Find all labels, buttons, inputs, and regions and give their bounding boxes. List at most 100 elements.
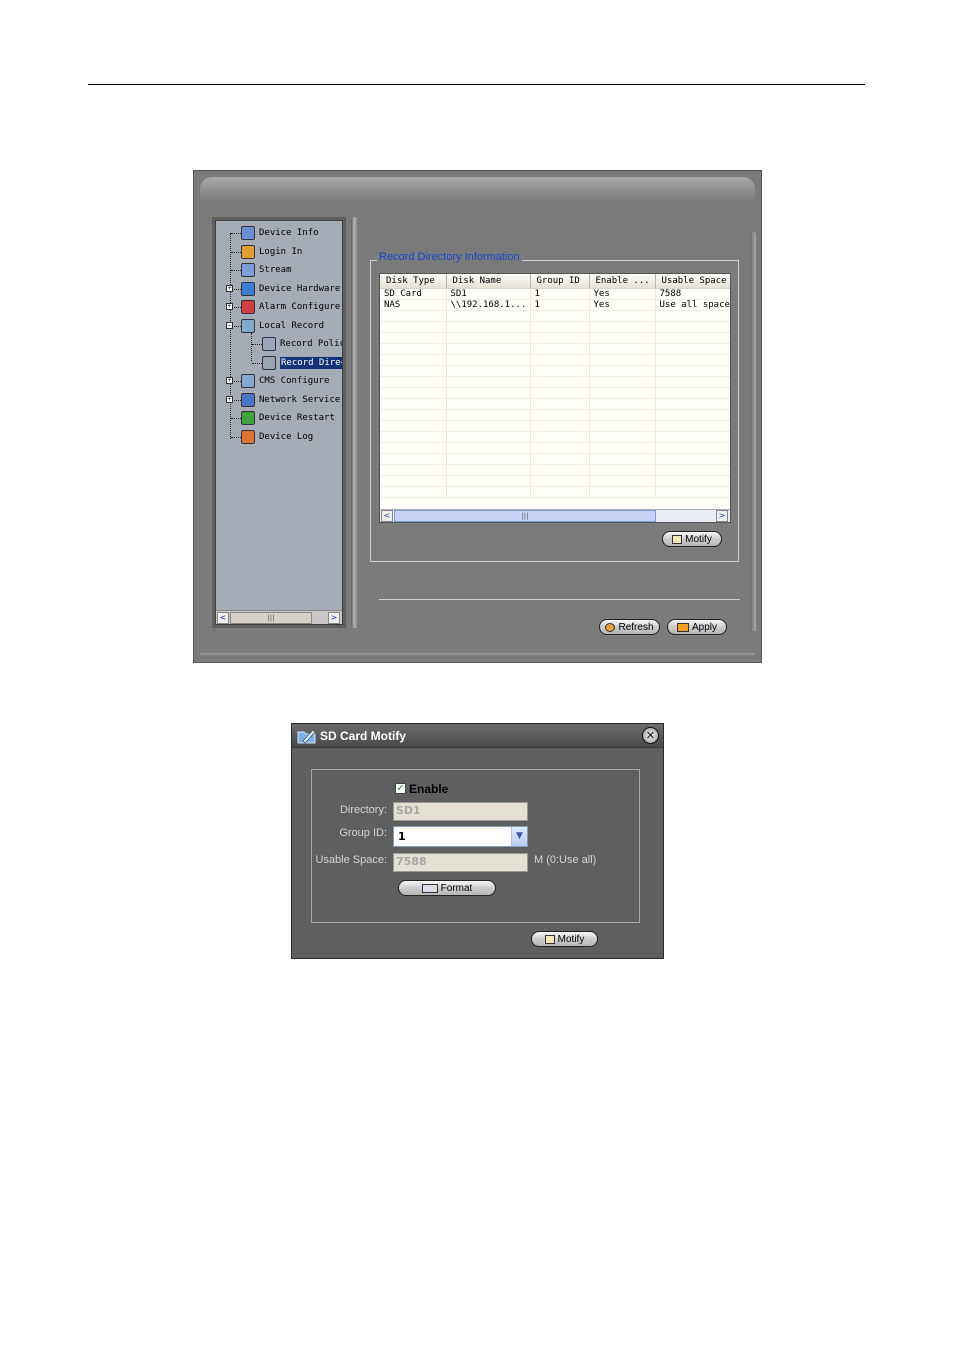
tree-item-login-in[interactable]: Login In	[241, 244, 302, 260]
tree-item-network-service[interactable]: Network Service	[241, 392, 340, 408]
table-cell	[589, 453, 656, 465]
refresh-button[interactable]: Refresh	[599, 619, 660, 635]
tree-connector	[231, 436, 241, 438]
table-cell: Use all space	[655, 299, 730, 311]
empty-table-row	[380, 365, 730, 377]
config-tree[interactable]: Device Info Login In Stream + Device Hardwar…	[215, 220, 343, 625]
table-cell	[380, 420, 447, 432]
tree-item-record-polic[interactable]: Record Polic	[262, 336, 342, 352]
table-horizontal-scrollbar[interactable]: < ||| >	[380, 509, 730, 522]
table-cell	[446, 420, 531, 432]
table-cell	[655, 420, 730, 432]
column-header[interactable]: Disk Name	[446, 274, 531, 289]
tree-item-stream[interactable]: Stream	[241, 262, 292, 278]
tree-item-device-hardware[interactable]: Device Hardware	[241, 281, 340, 297]
table-cell	[446, 376, 531, 388]
table-cell	[589, 332, 656, 344]
directory-label: Directory:	[339, 804, 387, 816]
close-icon[interactable]: ✕	[642, 727, 659, 744]
column-header[interactable]: Disk Type	[380, 274, 447, 289]
tree-connector	[231, 233, 241, 234]
tree-item-label: Record Direc	[280, 356, 342, 369]
table-cell: SD Card	[380, 288, 447, 300]
tree-horizontal-scrollbar[interactable]: < ||| >	[216, 610, 342, 624]
table-cell	[530, 486, 590, 498]
table-cell	[380, 332, 447, 344]
tree-item-label: Local Record	[259, 320, 325, 331]
scroll-left-icon[interactable]: <	[217, 612, 229, 624]
table-cell	[530, 475, 590, 487]
empty-table-row	[380, 343, 730, 355]
chevron-down-icon[interactable]: ▼	[511, 827, 527, 846]
window-bottom-bar	[200, 653, 755, 658]
group-id-label: Group ID:	[339, 827, 387, 839]
expand-icon[interactable]: +	[226, 395, 233, 403]
empty-table-row	[380, 332, 730, 344]
scroll-right-icon[interactable]: >	[328, 612, 340, 624]
table-cell	[446, 332, 531, 344]
table-cell	[530, 310, 590, 322]
table-cell	[655, 409, 730, 421]
panel-splitter[interactable]	[351, 217, 359, 628]
table-row[interactable]: NAS \\192.168.1... 1 Yes Use all space	[380, 299, 730, 311]
table-cell: Yes	[589, 288, 656, 300]
table-cell	[589, 442, 656, 454]
group-id-select[interactable]: 1 ▼	[393, 826, 528, 847]
usable-space-field[interactable]: 7588	[393, 853, 528, 872]
column-header[interactable]: Enable ...	[589, 274, 656, 289]
tree-item-alarm-configure[interactable]: Alarm Configure	[241, 299, 340, 315]
column-header[interactable]: Group ID	[530, 274, 590, 289]
tree-item-record-direc[interactable]: Record Direc	[262, 355, 342, 371]
record-directory-title: Record Directory Information	[377, 251, 522, 263]
table-cell	[380, 376, 447, 388]
expand-icon[interactable]: +	[226, 303, 233, 310]
table-cell	[589, 420, 656, 432]
tree-item-local-record[interactable]: Local Record	[241, 318, 324, 334]
table-cell	[446, 321, 531, 333]
tree-item-device-log[interactable]: Device Log	[241, 429, 313, 445]
table-cell	[380, 486, 447, 498]
scroll-left-icon[interactable]: <	[381, 510, 393, 522]
expand-icon[interactable]: +	[226, 284, 233, 292]
table-cell	[589, 409, 656, 421]
collapse-icon[interactable]: −	[226, 321, 233, 329]
table-cell	[530, 431, 590, 443]
table-cell	[589, 321, 656, 333]
tree-item-device-info[interactable]: Device Info	[241, 225, 319, 241]
tree-connector	[252, 344, 262, 345]
table-cell	[530, 365, 590, 377]
table-cell	[589, 365, 656, 377]
tree-item-label: CMS Configure	[259, 376, 330, 386]
alarm-icon	[241, 300, 255, 314]
table-modify-button[interactable]: Motify	[662, 531, 722, 547]
table-row[interactable]: SD Card SD1 1 Yes 7588	[380, 288, 730, 300]
restart-icon	[241, 411, 255, 425]
table-cell	[589, 310, 656, 322]
table-cell	[380, 365, 447, 377]
scrollbar-thumb[interactable]: |||	[394, 510, 656, 522]
apply-icon	[676, 622, 689, 632]
pencil-icon	[672, 534, 683, 544]
tree-item-cms-configure[interactable]: CMS Configure	[241, 373, 329, 389]
scroll-right-icon[interactable]: >	[716, 510, 728, 522]
dialog-modify-button[interactable]: Motify	[531, 931, 598, 947]
table-cell	[530, 464, 590, 476]
format-button[interactable]: Format	[398, 880, 496, 896]
format-icon	[421, 883, 438, 893]
table-cell	[380, 409, 447, 421]
directory-field[interactable]: SD1	[393, 802, 528, 821]
apply-button[interactable]: Apply	[667, 619, 727, 635]
table-cell	[380, 387, 447, 399]
expand-icon[interactable]: +	[226, 377, 233, 384]
scrollbar-thumb[interactable]: |||	[230, 612, 312, 624]
table-cell: 1	[530, 288, 590, 300]
pencil-icon	[544, 934, 555, 944]
enable-checkbox[interactable]: ✓	[395, 783, 406, 794]
table-cell	[655, 486, 730, 498]
table-cell	[589, 464, 656, 476]
table-cell	[446, 464, 531, 476]
dialog-modify-label: Motify	[557, 933, 585, 945]
column-header[interactable]: Usable Space	[655, 274, 730, 289]
table-cell	[446, 398, 531, 410]
tree-item-device-restart[interactable]: Device Restart	[241, 410, 335, 426]
